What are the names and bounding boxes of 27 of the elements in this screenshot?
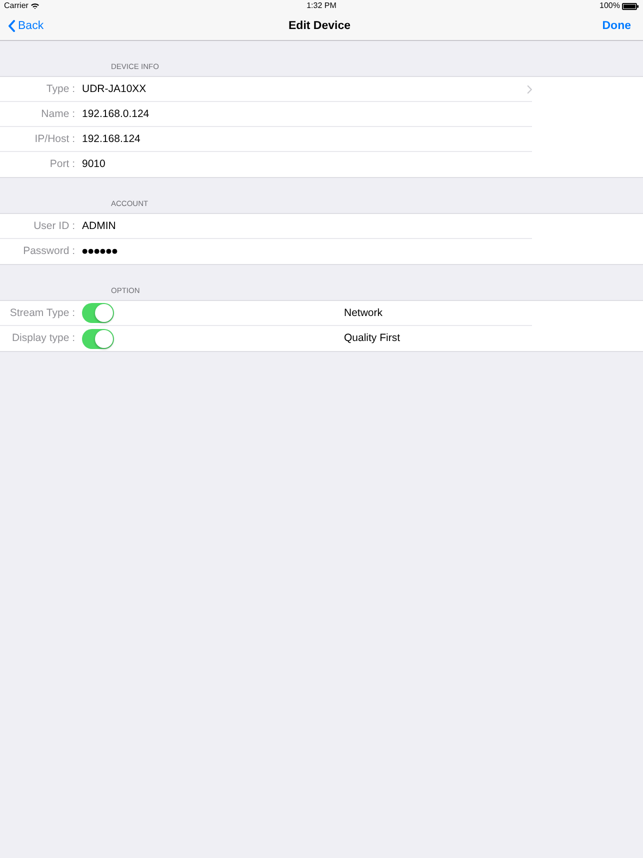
- battery-percent: 100%: [600, 1, 620, 11]
- carrier-name: Carrier: [4, 1, 28, 11]
- chevron-left-icon: [8, 20, 15, 32]
- text-field[interactable]: 9010: [82, 158, 106, 171]
- field-label: Port :: [48, 158, 75, 171]
- back-button[interactable]: Back: [8, 19, 44, 33]
- status-time: 1:32 PM: [306, 1, 336, 11]
- done-button[interactable]: Done: [602, 19, 631, 33]
- option-value: Quality First: [344, 332, 400, 345]
- option-value: Network: [344, 306, 383, 320]
- field-label: Stream Type :: [8, 306, 75, 320]
- text-field[interactable]: 192.168.124: [82, 132, 140, 146]
- wifi-icon: [31, 3, 40, 9]
- field-label: Name :: [40, 108, 75, 120]
- toggle-switch[interactable]: [82, 328, 114, 348]
- field-label: User ID :: [32, 220, 75, 232]
- battery-icon: [622, 2, 639, 10]
- text-field[interactable]: 192.168.0.124: [82, 108, 150, 120]
- toggle-switch[interactable]: [82, 303, 114, 323]
- field-label: IP/Host :: [34, 132, 75, 146]
- selection-value[interactable]: UDR-JA10XX: [82, 82, 146, 96]
- nav-title: Edit Device: [288, 20, 350, 32]
- field-label: Type :: [45, 82, 75, 96]
- field-label: Display type :: [10, 332, 75, 345]
- chevron-right-icon: [527, 84, 532, 94]
- field-label: Password :: [22, 245, 75, 258]
- text-field[interactable]: ADMIN: [82, 220, 116, 232]
